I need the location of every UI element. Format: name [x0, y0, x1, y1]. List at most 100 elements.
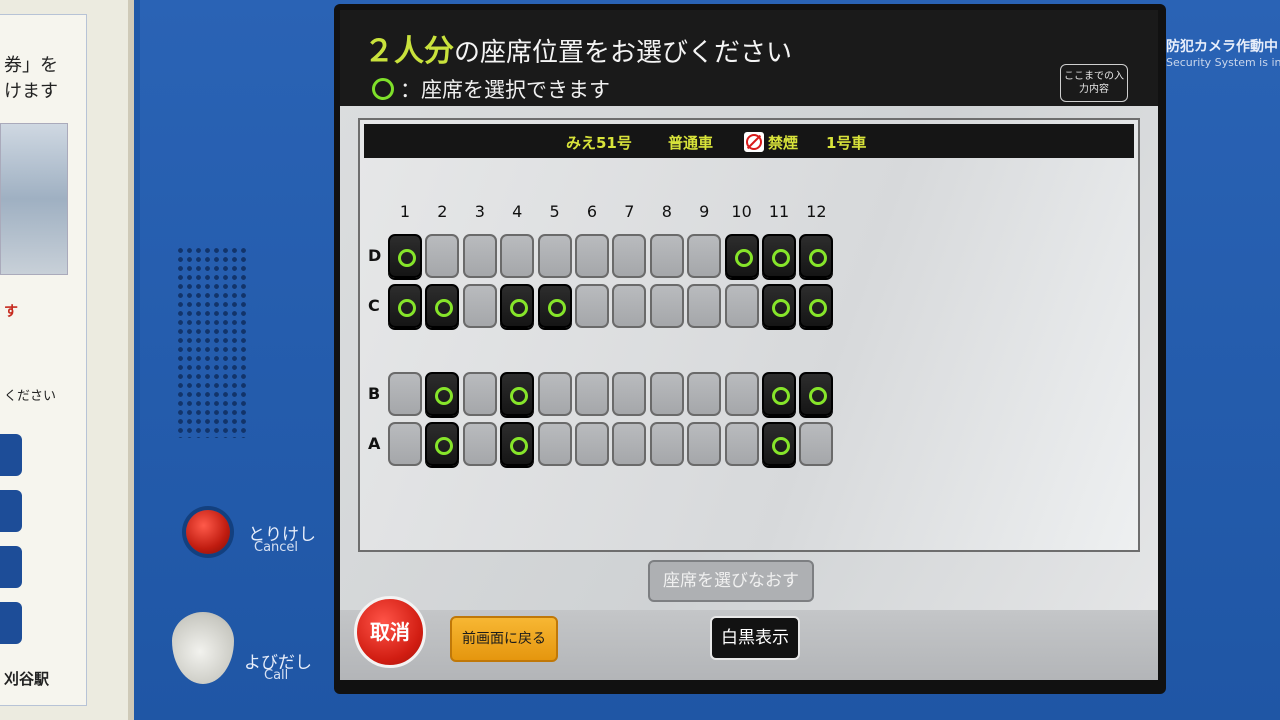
seat-occupied [500, 234, 535, 278]
speaker-grille [176, 246, 248, 438]
row-label: A [368, 434, 381, 453]
security-camera-notice: 防犯カメラ作動中 [1166, 39, 1278, 55]
input-history-button[interactable]: ここまでの入力内容 [1060, 64, 1128, 102]
row-label: D [368, 246, 382, 265]
seat-available[interactable] [388, 284, 422, 328]
column-number: 9 [699, 202, 710, 221]
seat-occupied [724, 372, 759, 416]
station-name: 刈谷駅 [4, 670, 50, 688]
left-info-panel: 券」を けます す ください 刈谷駅 [0, 0, 134, 720]
column-number: 12 [806, 202, 827, 221]
seat-occupied [575, 422, 609, 466]
seat-available[interactable] [500, 422, 535, 466]
row-label: B [368, 384, 381, 403]
poster-photo [0, 123, 68, 275]
seat-occupied [612, 372, 647, 416]
car-class: 普通車 [668, 134, 714, 152]
seat-occupied [462, 234, 497, 278]
seat-occupied [575, 372, 609, 416]
column-number: 3 [474, 202, 485, 221]
seat-occupied [687, 422, 722, 466]
column-number: 2 [437, 202, 448, 221]
seat-occupied [649, 234, 684, 278]
hardware-cancel-sub: Cancel [254, 540, 299, 555]
seat-available[interactable] [388, 234, 422, 278]
seat-occupied [462, 422, 497, 466]
cancel-button[interactable]: 取消 [354, 596, 426, 668]
seat-occupied [425, 234, 460, 278]
seat-available[interactable] [799, 284, 834, 328]
reselect-seats-button[interactable]: 座席を選びなおす [648, 560, 814, 602]
available-circle-icon [372, 78, 394, 100]
seat-occupied [612, 422, 647, 466]
smoking-status: 禁煙 [744, 132, 798, 153]
seat-occupied [575, 234, 609, 278]
column-number: 4 [512, 202, 523, 221]
page-title: ２人分の座席位置をお選びください [364, 26, 792, 70]
row-label: C [368, 296, 380, 315]
seat-available[interactable] [425, 284, 460, 328]
seat-available[interactable] [762, 284, 796, 328]
seat-occupied [537, 234, 572, 278]
train-name: みえ51号 [566, 134, 632, 152]
seat-occupied [649, 422, 684, 466]
seat-occupied [462, 372, 497, 416]
seat-available[interactable] [762, 422, 796, 466]
car-info-bar: みえ51号 普通車 禁煙 1号車 [364, 124, 1134, 158]
touch-display: ２人分の座席位置をお選びください ：座席を選択できます ここまでの入力内容 みえ… [340, 10, 1158, 680]
back-button[interactable]: 前画面に戻る [450, 616, 558, 662]
header-bar: ２人分の座席位置をお選びください ：座席を選択できます ここまでの入力内容 [340, 10, 1158, 106]
seat-occupied [575, 284, 609, 328]
left-key-4[interactable] [0, 602, 22, 644]
seat-available[interactable] [500, 284, 535, 328]
seat-occupied [687, 284, 722, 328]
seat-occupied [612, 234, 647, 278]
poster-red-text: す [4, 304, 18, 320]
hardware-cancel-button[interactable] [186, 510, 230, 554]
seat-occupied [537, 372, 572, 416]
seat-occupied [462, 284, 497, 328]
seat-occupied [799, 422, 834, 466]
seat-available[interactable] [425, 422, 460, 466]
security-camera-notice-en: Security System is in O [1166, 56, 1280, 69]
poster-text-1: 券」を [4, 55, 58, 76]
seat-occupied [687, 234, 722, 278]
seat-occupied [537, 422, 572, 466]
column-number: 10 [731, 202, 752, 221]
seat-available[interactable] [762, 234, 796, 278]
seat-available[interactable] [500, 372, 535, 416]
seat-occupied [649, 284, 684, 328]
column-number: 7 [624, 202, 635, 221]
left-key-2[interactable] [0, 490, 22, 532]
seat-occupied [724, 422, 759, 466]
no-smoking-icon [744, 132, 764, 152]
seat-available[interactable] [799, 372, 834, 416]
car-number: 1号車 [826, 134, 867, 152]
title-highlight: ２人分 [364, 34, 454, 69]
seat-available[interactable] [724, 234, 759, 278]
title-text: の座席位置をお選びください [454, 38, 793, 68]
column-number: 5 [549, 202, 560, 221]
left-key-3[interactable] [0, 546, 22, 588]
seat-occupied [724, 284, 759, 328]
seat-available[interactable] [762, 372, 796, 416]
left-key-1[interactable] [0, 434, 22, 476]
legend-text: ：座席を選択できます [400, 78, 610, 102]
seat-occupied [612, 284, 647, 328]
seat-occupied [388, 422, 422, 466]
seat-available[interactable] [425, 372, 460, 416]
legend: ：座席を選択できます [372, 74, 610, 104]
poster-text-2: けます [4, 81, 58, 102]
column-number: 6 [586, 202, 598, 221]
seat-map: みえ51号 普通車 禁煙 1号車 1 2 3 4 5 6 7 8 9 10 11 12 D C B A [358, 118, 1140, 552]
seat-available[interactable] [537, 284, 572, 328]
monochrome-display-button[interactable]: 白黒表示 [710, 616, 800, 660]
column-number: 8 [661, 202, 672, 221]
seat-occupied [388, 372, 422, 416]
column-number: 1 [399, 202, 411, 221]
seat-occupied [687, 372, 722, 416]
hardware-call-sub: Call [264, 668, 289, 683]
column-number: 11 [768, 202, 790, 221]
seat-available[interactable] [799, 234, 834, 278]
poster-small-text: ください [4, 389, 57, 404]
